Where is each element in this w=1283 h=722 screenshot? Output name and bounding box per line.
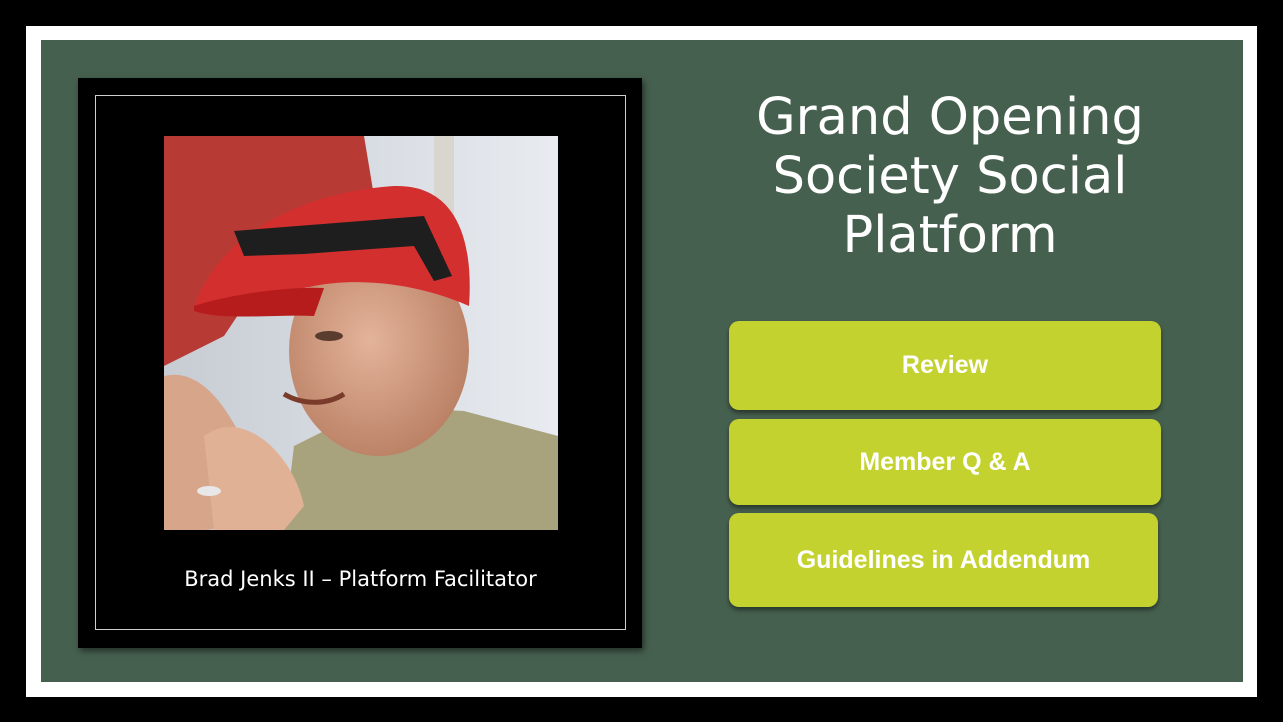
portrait-photo bbox=[164, 136, 558, 530]
slide-title: Grand Opening Society Social Platform bbox=[690, 88, 1210, 265]
slide-title-line-3: Platform bbox=[842, 206, 1058, 265]
guidelines-button[interactable]: Guidelines in Addendum bbox=[729, 513, 1158, 607]
member-qa-button[interactable]: Member Q & A bbox=[729, 419, 1161, 505]
slide-title-line-2: Society Social bbox=[772, 147, 1128, 206]
photo-caption: Brad Jenks II – Platform Facilitator bbox=[184, 567, 537, 591]
slide-title-line-1: Grand Opening bbox=[756, 88, 1144, 147]
review-button[interactable]: Review bbox=[729, 321, 1161, 410]
